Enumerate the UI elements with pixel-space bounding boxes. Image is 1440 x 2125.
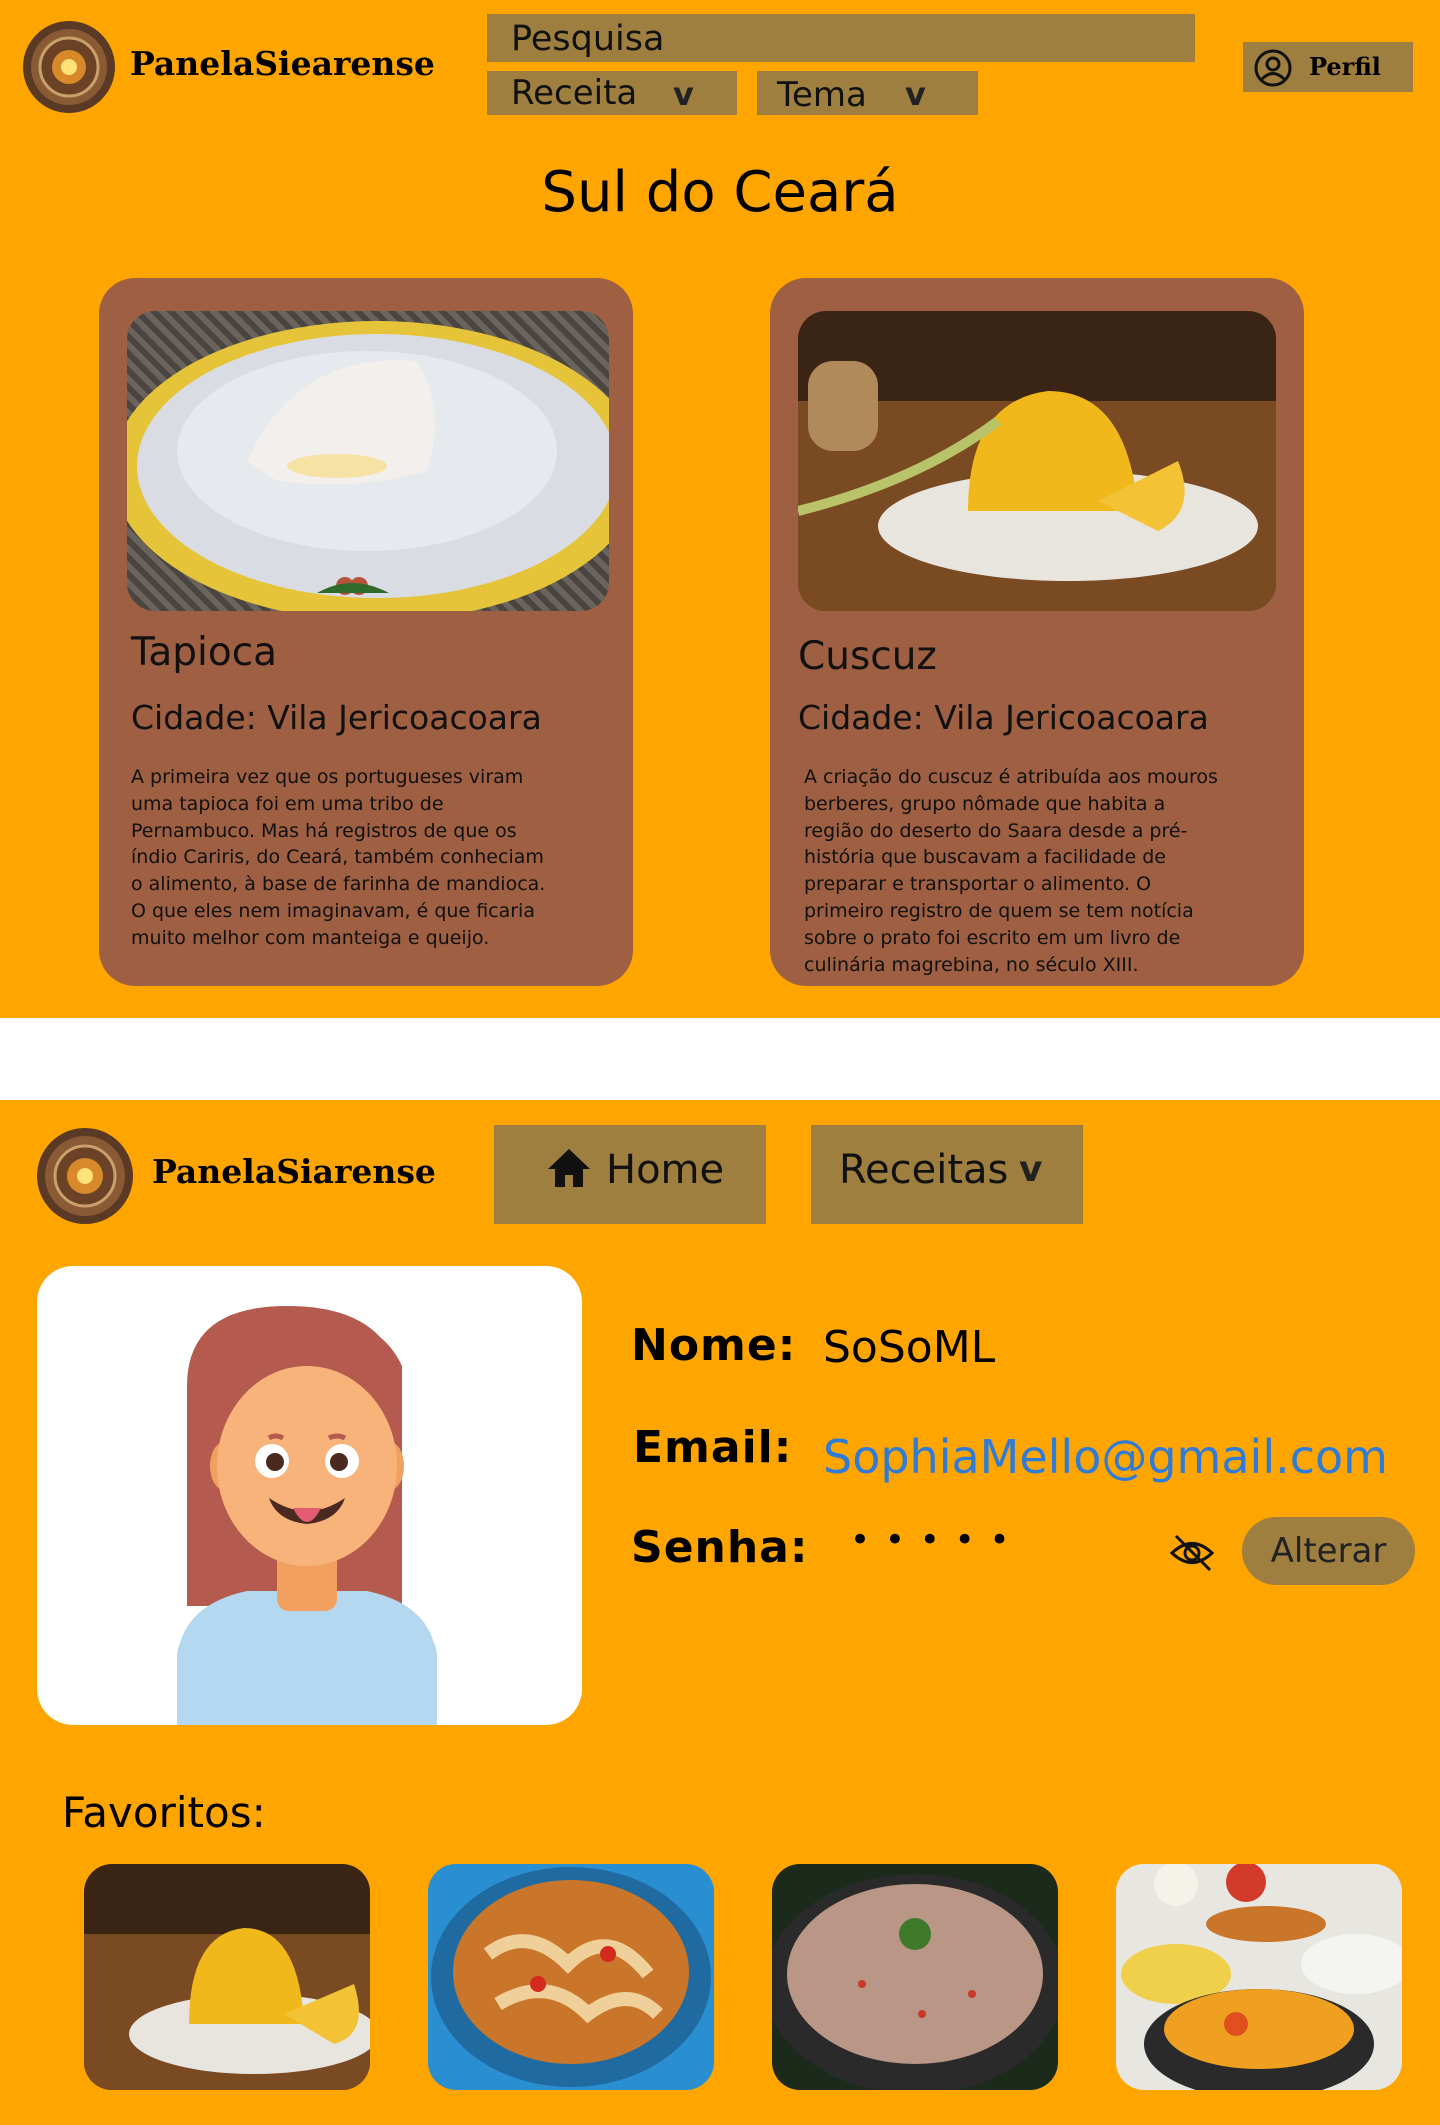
recipe-card[interactable]: Tapioca Cidade: Vila Jericoacoara A prim…: [99, 278, 633, 986]
clay-pot-logo-icon[interactable]: [36, 1127, 134, 1225]
profile-label: Perfil: [1309, 52, 1381, 81]
name-label: Nome:: [631, 1320, 797, 1371]
avatar: [37, 1266, 582, 1725]
clay-pot-logo-icon[interactable]: [22, 20, 116, 114]
theme-filter-label: Tema: [777, 75, 867, 115]
favorite-item-dish-4[interactable]: [1116, 1864, 1402, 2090]
brand-name[interactable]: PanelaSiarense: [152, 1152, 436, 1191]
profile-button[interactable]: Perfil: [1243, 42, 1413, 92]
chevron-down-icon: v: [905, 75, 926, 113]
chevron-down-icon: v: [1019, 1149, 1043, 1190]
recipe-name: Cuscuz: [798, 634, 937, 679]
search-input[interactable]: Pesquisa: [487, 14, 1195, 62]
recipe-name: Tapioca: [131, 630, 278, 675]
email-label: Email:: [633, 1422, 793, 1473]
change-password-label: Alterar: [1270, 1531, 1387, 1571]
recipe-filter-dropdown[interactable]: Receita v: [487, 71, 737, 115]
recipe-description: A criação do cuscuz é atribuída aos mour…: [804, 766, 1218, 976]
recipe-filter-label: Receita: [511, 73, 638, 113]
change-password-button[interactable]: Alterar: [1242, 1517, 1415, 1585]
recipe-card[interactable]: Cuscuz Cidade: Vila Jericoacoara A criaç…: [770, 278, 1304, 986]
brand-name[interactable]: PanelaSiearense: [130, 44, 435, 83]
favorite-item-dish-2[interactable]: [428, 1864, 714, 2090]
user-circle-icon: [1253, 48, 1293, 88]
eye-off-icon[interactable]: [1168, 1532, 1216, 1574]
home-button[interactable]: Home: [494, 1125, 766, 1224]
favorite-item-dish-3[interactable]: [772, 1864, 1058, 2090]
theme-filter-dropdown[interactable]: Tema v: [757, 71, 978, 115]
password-label: Senha:: [631, 1522, 809, 1573]
recipe-city: Cidade: Vila Jericoacoara: [798, 698, 1209, 737]
recipe-description: A primeira vez que os portugueses viram …: [131, 766, 546, 949]
top-screen: PanelaSiearense Pesquisa Receita v Tema …: [0, 0, 1440, 1018]
home-icon: [546, 1147, 592, 1189]
email-value[interactable]: SophiaMello@gmail.com: [823, 1430, 1388, 1484]
search-placeholder: Pesquisa: [511, 19, 665, 59]
name-value: SoSoML: [823, 1322, 996, 1373]
home-label: Home: [606, 1147, 725, 1193]
cuscuz-photo: [798, 311, 1276, 611]
chevron-down-icon: v: [673, 75, 694, 113]
profile-screen: PanelaSiarense Home Receitas v Nome: SoS…: [0, 1100, 1440, 2125]
favorites-title: Favoritos:: [62, 1788, 266, 1837]
recipes-label: Receitas: [839, 1147, 1009, 1193]
page-title: Sul do Ceará: [541, 160, 899, 225]
recipe-city: Cidade: Vila Jericoacoara: [131, 698, 542, 737]
password-value: • • • • •: [850, 1520, 1012, 1560]
recipes-dropdown[interactable]: Receitas v: [811, 1125, 1083, 1224]
favorite-item-cuscuz[interactable]: [84, 1864, 370, 2090]
tapioca-photo: [127, 311, 609, 611]
